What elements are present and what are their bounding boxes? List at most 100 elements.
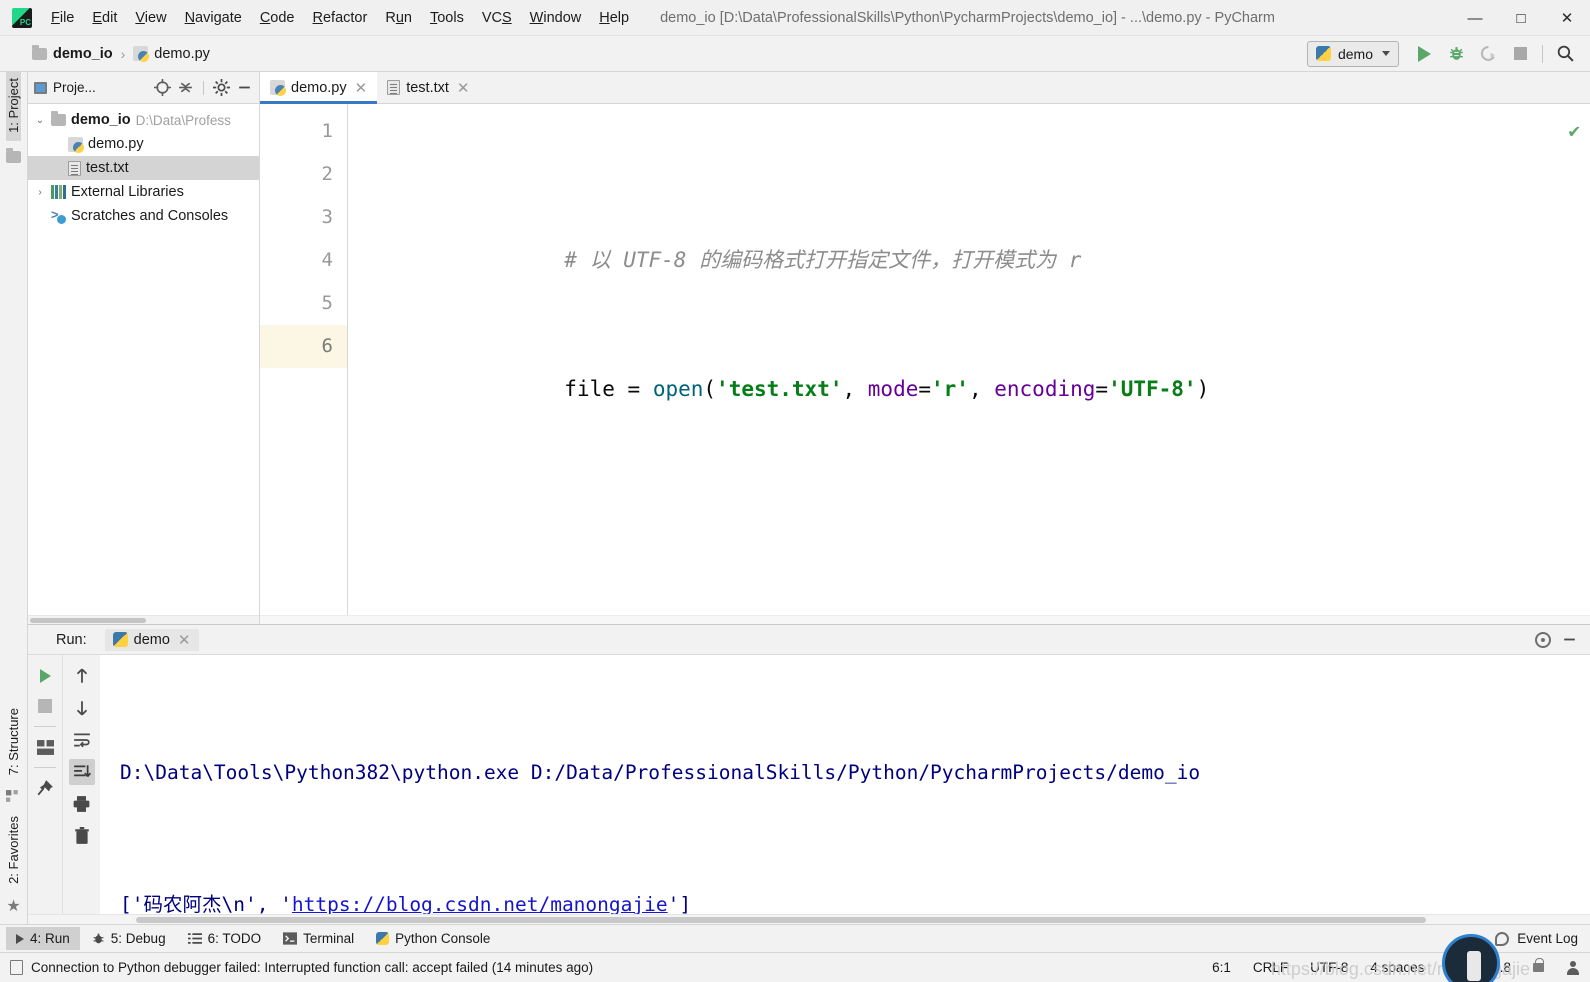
- gear-icon[interactable]: [213, 79, 230, 96]
- caret-position[interactable]: 6:1: [1212, 960, 1231, 975]
- scratches-icon: [51, 207, 67, 225]
- toolwindow-terminal[interactable]: Terminal: [273, 927, 364, 950]
- tree-item-external-libraries[interactable]: › External Libraries: [28, 180, 259, 204]
- stop-button[interactable]: [32, 693, 58, 719]
- editor-horizontal-scrollbar[interactable]: [260, 615, 1590, 624]
- tab-label: test.txt: [406, 79, 449, 96]
- tool-window-bar: 4: Run 5: Debug 6: TODO Terminal Python …: [0, 924, 1590, 952]
- code-token: ,: [968, 377, 995, 401]
- menu-window[interactable]: Window: [521, 5, 591, 31]
- line-number-gutter: 1 2 3 4 5 6: [260, 104, 348, 615]
- tree-item-demo-io[interactable]: ⌄ demo_io D:\Data\Profess: [28, 108, 259, 132]
- run-button[interactable]: [1409, 40, 1439, 68]
- menu-code[interactable]: Code: [251, 5, 304, 31]
- tab-demo-py[interactable]: demo.py ✕: [260, 72, 378, 104]
- inspection-status-icon[interactable]: ✔: [1569, 110, 1580, 153]
- minimize-button[interactable]: —: [1452, 0, 1498, 36]
- toolwindow-debug[interactable]: 5: Debug: [82, 927, 176, 950]
- console-output[interactable]: D:\Data\Tools\Python382\python.exe D:/Da…: [100, 655, 1590, 914]
- navigation-bar: demo_io › demo.py demo: [0, 36, 1590, 72]
- terminal-icon: [283, 932, 298, 945]
- run-tab-demo[interactable]: demo ✕: [104, 628, 199, 651]
- menu-run[interactable]: Run: [376, 5, 421, 31]
- toolwindow-todo[interactable]: 6: TODO: [178, 927, 272, 950]
- console-horizontal-scrollbar[interactable]: [28, 914, 1590, 924]
- project-panel-title: Proje...: [53, 80, 96, 95]
- code-token: ,: [842, 377, 868, 401]
- result-suffix: ']: [667, 893, 692, 914]
- status-message[interactable]: Connection to Python debugger failed: In…: [31, 960, 593, 975]
- menu-tools[interactable]: Tools: [421, 5, 473, 31]
- menu-navigate[interactable]: Navigate: [176, 5, 251, 31]
- menu-file[interactable]: File: [42, 5, 83, 31]
- close-icon[interactable]: ✕: [457, 79, 470, 97]
- collapse-all-icon[interactable]: [177, 79, 194, 96]
- notification-icon[interactable]: [10, 960, 23, 975]
- chevron-right-icon[interactable]: ›: [34, 186, 46, 198]
- tab-test-txt[interactable]: test.txt ✕: [377, 72, 479, 103]
- gear-icon[interactable]: [1535, 631, 1551, 648]
- tree-item-label: External Libraries: [71, 184, 184, 200]
- stop-icon: [1513, 47, 1527, 60]
- code-content[interactable]: # 以 UTF-8 的编码格式打开指定文件，打开模式为 r file = ope…: [348, 104, 1590, 615]
- clear-all-button[interactable]: [69, 823, 95, 849]
- code-line-1: # 以 UTF-8 的编码格式打开指定文件，打开模式为 r: [362, 196, 1590, 272]
- breadcrumb-demo-io[interactable]: demo_io: [28, 44, 117, 64]
- tree-item-demo-py[interactable]: demo.py: [28, 132, 259, 156]
- code-token: =: [627, 377, 653, 401]
- code-editor[interactable]: 1 2 3 4 5 6 # 以 UTF-8 的编码格式打开指定文件，打开模式为 …: [260, 104, 1590, 615]
- menu-bar: File Edit View Navigate Code Refactor Ru…: [42, 0, 638, 35]
- up-button[interactable]: [69, 663, 95, 689]
- close-icon[interactable]: ✕: [178, 631, 191, 649]
- run-configuration-selector[interactable]: demo: [1306, 40, 1399, 67]
- minimize-icon[interactable]: [1561, 631, 1578, 648]
- menu-view[interactable]: View: [126, 5, 175, 31]
- line-separator[interactable]: CRLF: [1253, 960, 1288, 975]
- tree-item-test-txt[interactable]: test.txt: [28, 156, 259, 180]
- python-icon: [1315, 46, 1331, 61]
- pin-tab-button[interactable]: [32, 775, 58, 801]
- indent-setting[interactable]: 4 spaces: [1370, 960, 1424, 975]
- python-interpreter[interactable]: Python 3.8: [1446, 960, 1511, 975]
- line-number: 2: [321, 163, 333, 185]
- scroll-to-end-button[interactable]: [68, 759, 95, 785]
- workspace: Proje... ⌄ demo_io D:\Data\Profess demo.…: [28, 72, 1590, 924]
- target-icon[interactable]: [154, 79, 171, 96]
- toolwindow-label: 6: TODO: [207, 931, 262, 946]
- file-encoding[interactable]: UTF-8: [1310, 960, 1348, 975]
- maximize-button[interactable]: □: [1498, 0, 1544, 36]
- menu-help[interactable]: Help: [590, 5, 638, 31]
- line-number: 1: [321, 120, 333, 142]
- debug-button[interactable]: [1441, 40, 1471, 68]
- scroll-end-icon: [73, 765, 91, 778]
- rerun-button[interactable]: [32, 663, 58, 689]
- soft-wrap-button[interactable]: [69, 727, 95, 753]
- tree-item-scratches[interactable]: Scratches and Consoles: [28, 204, 259, 228]
- toolwindow-run[interactable]: 4: Run: [6, 927, 80, 950]
- breadcrumb-demo-py[interactable]: demo.py: [129, 44, 214, 64]
- project-horizontal-scrollbar[interactable]: [28, 615, 259, 624]
- event-log-label[interactable]: Event Log: [1517, 931, 1578, 946]
- lock-icon[interactable]: [1533, 958, 1544, 972]
- layout-button[interactable]: [32, 734, 58, 760]
- search-everywhere-button[interactable]: [1550, 40, 1580, 68]
- result-link[interactable]: https://blog.csdn.net/manongajie: [292, 893, 668, 914]
- chevron-down-icon[interactable]: ⌄: [34, 114, 46, 126]
- hide-panel-icon[interactable]: [236, 79, 253, 96]
- menu-vcs[interactable]: VCS: [473, 5, 521, 31]
- toolwindow-label: 5: Debug: [110, 931, 166, 946]
- down-button[interactable]: [69, 695, 95, 721]
- close-icon[interactable]: ✕: [355, 79, 368, 97]
- code-token-kwarg: encoding: [994, 377, 1096, 401]
- rail-item-structure[interactable]: 7: Structure: [6, 702, 21, 783]
- rail-item-project[interactable]: 1: Project: [6, 72, 21, 141]
- code-token: =: [1095, 377, 1109, 401]
- chevron-down-icon: [1382, 51, 1390, 56]
- toolwindow-python-console[interactable]: Python Console: [366, 927, 500, 950]
- close-button[interactable]: ✕: [1544, 0, 1590, 36]
- menu-refactor[interactable]: Refactor: [304, 5, 377, 31]
- rail-item-favorites[interactable]: 2: Favorites: [6, 810, 21, 892]
- menu-edit[interactable]: Edit: [83, 5, 126, 31]
- print-button[interactable]: [69, 791, 95, 817]
- project-tree: ⌄ demo_io D:\Data\Profess demo.py test.t…: [28, 104, 259, 615]
